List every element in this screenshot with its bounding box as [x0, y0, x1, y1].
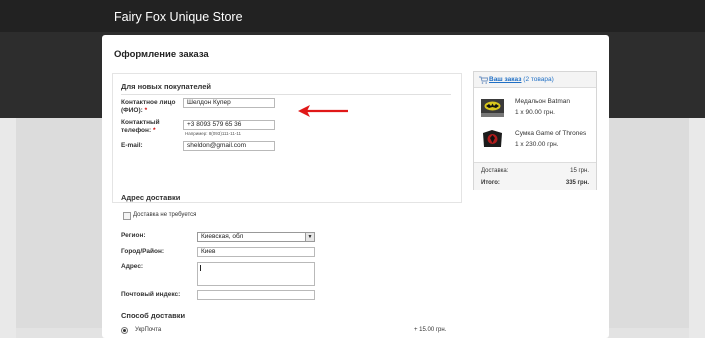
- phone-input[interactable]: +3 8093 579 65 36: [183, 120, 275, 130]
- phone-hint: Например: 8(093)111-11-11: [185, 131, 241, 136]
- header-band: [0, 0, 705, 32]
- delivery-option-price: + 15.00 грн.: [414, 327, 447, 333]
- total-value: 335 грн.: [565, 180, 589, 186]
- delivery-address-title: Адрес доставки: [121, 193, 181, 202]
- cart-icon: [479, 76, 488, 84]
- required-mark: *: [144, 107, 148, 114]
- select-arrow-icon[interactable]: ▼: [305, 233, 314, 241]
- order-link[interactable]: Ваш заказ (2 товара): [489, 76, 554, 83]
- order-link-count[interactable]: (2 товара): [523, 76, 554, 83]
- item-qty: 1 x 230.00 грн.: [515, 141, 559, 148]
- contact-name-label: Контактное лицо (ФИО): *: [121, 99, 176, 115]
- email-label: E-mail:: [121, 142, 143, 149]
- order-summary: Ваш заказ (2 товара) Медальон Batman 1 x…: [473, 71, 597, 190]
- phone-label: Контактный телефон: *: [121, 119, 160, 135]
- contact-name-label-line1: Контактное лицо: [121, 99, 176, 106]
- contact-name-label-line2: (ФИО):: [121, 107, 143, 114]
- store-title[interactable]: Fairy Fox Unique Store: [114, 10, 243, 24]
- text-caret: [200, 265, 201, 271]
- region-select-value: Киевская, обл: [201, 233, 244, 240]
- phone-label-line1: Контактный: [121, 119, 160, 126]
- postcode-input[interactable]: [197, 290, 315, 300]
- contact-name-input[interactable]: Шелдон Купер: [183, 98, 275, 108]
- new-customers-title: Для новых покупателей: [121, 82, 211, 91]
- no-delivery-checkbox[interactable]: [123, 212, 131, 220]
- section-divider: [121, 94, 451, 95]
- postcode-label: Почтовый индекс:: [121, 291, 181, 298]
- item-name[interactable]: Медальон Batman: [515, 98, 570, 105]
- phone-label-line2: телефон:: [121, 127, 152, 134]
- item-name[interactable]: Сумка Game of Thrones: [515, 130, 586, 137]
- email-input[interactable]: sheldon@gmail.com: [183, 141, 275, 151]
- address-textarea[interactable]: [197, 262, 315, 286]
- delivery-cost-label: Доставка:: [481, 168, 509, 174]
- delivery-option-name: УкрПочта: [135, 327, 162, 333]
- page-margin-left: [0, 118, 16, 338]
- total-label: Итого:: [481, 180, 500, 186]
- city-label: Город/Район:: [121, 248, 165, 255]
- item-image-batman[interactable]: [480, 97, 505, 119]
- address-label: Адрес:: [121, 263, 144, 270]
- order-summary-header: Ваш заказ (2 товара): [474, 72, 596, 88]
- new-customers-section: Для новых покупателей Контактное лицо (Ф…: [112, 73, 462, 203]
- item-image-got-bag[interactable]: [480, 128, 505, 150]
- no-delivery-label: Доставка не требуется: [133, 212, 197, 218]
- delivery-cost-value: 15 грн.: [570, 168, 589, 174]
- order-totals: Доставка: 15 грн. Итого: 335 грн.: [474, 162, 596, 190]
- item-qty: 1 x 90.00 грн.: [515, 109, 555, 116]
- order-link-prefix[interactable]: Ваш заказ: [489, 76, 521, 83]
- region-label: Регион:: [121, 232, 146, 239]
- red-arrow-annotation: [298, 105, 348, 117]
- delivery-method-title: Способ доставки: [121, 311, 186, 320]
- delivery-radio-ukrposhta[interactable]: [121, 327, 128, 334]
- required-mark: *: [152, 127, 156, 134]
- region-select[interactable]: Киевская, обл ▼: [197, 232, 315, 242]
- city-input[interactable]: Киев: [197, 247, 315, 257]
- page-title: Оформление заказа: [114, 49, 209, 60]
- page-margin-right: [689, 118, 705, 338]
